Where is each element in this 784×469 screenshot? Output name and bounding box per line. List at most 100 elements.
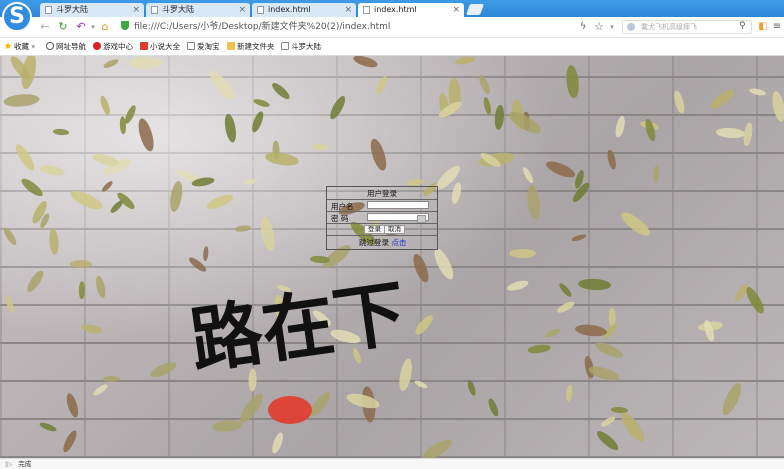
leaf-decoration: [543, 326, 563, 339]
url-field[interactable]: file:///C:/Users/小爷/Desktop/新建文件夹%20(2)/…: [121, 20, 571, 34]
leaf-decoration: [770, 90, 784, 123]
leaf-decoration: [264, 150, 300, 168]
tab-title: 斗罗大陆: [162, 5, 194, 14]
magnifier-icon[interactable]: ⚲: [739, 20, 746, 32]
password-row: 密 码: [327, 211, 437, 223]
page-icon: [151, 6, 158, 14]
close-icon[interactable]: ×: [132, 3, 140, 17]
leaf-decoration: [486, 396, 500, 418]
leaf-decoration: [1, 225, 19, 247]
tab-title: index.html: [268, 5, 311, 14]
leaf-decoration: [205, 67, 238, 103]
new-tab-button[interactable]: [465, 4, 485, 15]
leaf-decoration: [555, 300, 576, 316]
calligraphy-text: 路在下: [185, 269, 411, 384]
leaf-decoration: [520, 165, 535, 185]
leaf-decoration: [374, 75, 389, 96]
leaf-decoration: [309, 255, 330, 264]
close-icon[interactable]: ×: [238, 3, 246, 17]
sidebar-toggle-icon[interactable]: |▷: [5, 460, 12, 468]
leaf-decoration: [368, 136, 390, 173]
page-viewport: 路在下 用户登录 用户名 密 码 登录 取消 跳过登录 点击: [0, 56, 784, 458]
leaf-decoration: [481, 96, 493, 116]
tab-3[interactable]: index.html ×: [252, 3, 356, 17]
leaf-decoration: [715, 127, 745, 140]
status-bar: |▷ 完成: [0, 458, 784, 469]
skip-login-link[interactable]: 点击: [391, 238, 406, 247]
username-input[interactable]: [367, 201, 429, 209]
menu-icon[interactable]: ≡: [770, 20, 784, 34]
leaf-decoration: [91, 382, 109, 398]
leaf-decoration: [593, 427, 621, 453]
close-icon[interactable]: ×: [344, 3, 352, 17]
leaf-decoration: [52, 128, 69, 136]
leaf-decoration: [252, 97, 272, 109]
leaf-decoration: [98, 94, 113, 117]
page-icon: [45, 6, 52, 14]
leaf-decoration: [128, 56, 163, 70]
leaf-decoration: [18, 175, 45, 200]
leaf-decoration: [38, 421, 57, 434]
leaf-decoration: [643, 117, 658, 142]
leaf-decoration: [564, 64, 581, 100]
skip-text: 跳过登录: [359, 238, 389, 247]
leaf-decoration: [135, 116, 157, 154]
star-icon[interactable]: ☆: [592, 20, 606, 34]
chevron-down-icon[interactable]: ▾: [605, 20, 619, 34]
close-icon[interactable]: ×: [452, 3, 460, 17]
search-input[interactable]: 載犬飞机高级摔飞 ⚲: [622, 20, 752, 34]
tab-4-active[interactable]: index.html ×: [358, 3, 464, 17]
leaf-decoration: [419, 436, 455, 458]
leaf-decoration: [613, 114, 627, 139]
tab-title: index.html: [374, 5, 417, 14]
tab-2[interactable]: 斗罗大陆 ×: [146, 3, 250, 17]
leaf-decoration: [707, 86, 737, 112]
bookmark-label: 斗罗大陆: [291, 42, 321, 51]
bookmark-taobao[interactable]: 爱淘宝: [187, 41, 220, 53]
extension-icon[interactable]: ◧: [756, 20, 770, 34]
leaf-decoration: [413, 378, 429, 390]
login-button[interactable]: 登录: [364, 225, 385, 234]
search-engine-icon: [627, 23, 635, 31]
bookmark-new-folder[interactable]: 新建文件夹: [227, 41, 275, 53]
leaf-decoration: [599, 414, 617, 429]
page-icon: [363, 6, 370, 14]
leaf-decoration: [494, 104, 506, 131]
bookmark-nav[interactable]: 网址导航: [46, 41, 86, 53]
leaf-decoration: [60, 429, 79, 454]
leaf-decoration: [100, 179, 115, 193]
leaf-decoration: [605, 149, 617, 170]
status-text: 完成: [18, 460, 32, 468]
cancel-button[interactable]: 取消: [384, 225, 405, 234]
back-arrow-icon[interactable]: ←: [38, 20, 52, 34]
bookmark-novels[interactable]: 小说大全: [140, 41, 180, 53]
page-icon: [187, 42, 195, 50]
bookmark-label: 收藏: [14, 42, 29, 51]
leaf-decoration: [508, 248, 536, 258]
bookmark-label: 网址导航: [56, 42, 86, 51]
leaf-decoration: [39, 163, 66, 177]
leaf-decoration: [258, 215, 278, 253]
globe-icon: [46, 42, 54, 50]
bookmark-games[interactable]: 游戏中心: [93, 41, 133, 53]
leaf-decoration: [506, 278, 530, 293]
leaf-decoration: [236, 390, 267, 426]
skip-row: 跳过登录 点击: [327, 235, 437, 247]
refresh-icon[interactable]: ↻: [56, 20, 70, 34]
tab-1[interactable]: 斗罗大陆 ×: [40, 3, 144, 17]
leaf-decoration: [558, 281, 574, 298]
leaf-decoration: [211, 419, 243, 433]
leaf-decoration: [12, 142, 38, 173]
password-input[interactable]: [367, 213, 429, 223]
bookmark-favorites[interactable]: 收藏 ▾: [4, 41, 35, 53]
bookmark-label: 爱淘宝: [197, 42, 220, 51]
lightning-icon[interactable]: ϟ: [576, 20, 590, 34]
leaf-decoration: [570, 232, 587, 243]
bookmark-douluo[interactable]: 斗罗大陆: [281, 41, 321, 53]
browser-logo-icon[interactable]: S: [2, 2, 32, 32]
leaf-decoration: [243, 178, 258, 185]
home-icon[interactable]: ⌂: [98, 20, 112, 34]
keyboard-icon[interactable]: [417, 215, 426, 223]
leaf-decoration: [78, 281, 85, 299]
leaf-decoration: [223, 112, 239, 143]
